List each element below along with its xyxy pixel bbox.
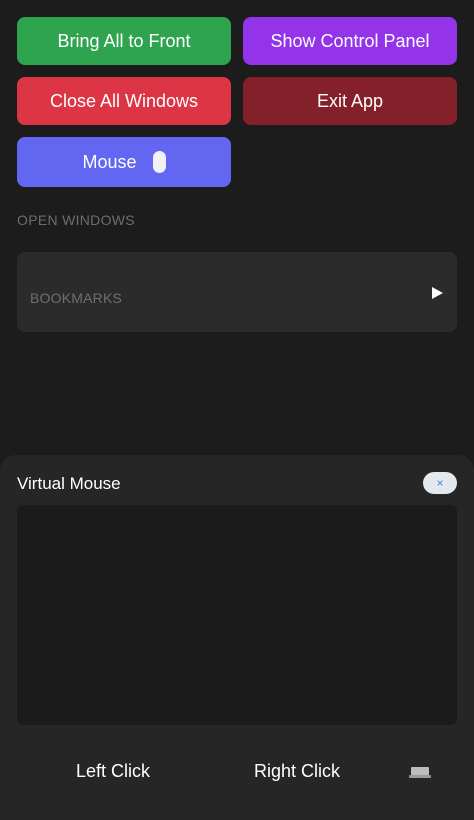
exit-app-button[interactable]: Exit App bbox=[243, 77, 457, 125]
window-item-bookmarks[interactable]: BOOKMARKS bbox=[17, 252, 457, 332]
keyboard-icon[interactable] bbox=[409, 767, 431, 778]
open-windows-heading: OPEN WINDOWS bbox=[17, 212, 135, 228]
bring-all-to-front-button[interactable]: Bring All to Front bbox=[17, 17, 231, 65]
mouse-button-label: Mouse bbox=[82, 151, 137, 172]
mouse-button[interactable]: Mouse bbox=[17, 137, 231, 187]
show-control-panel-button[interactable]: Show Control Panel bbox=[243, 17, 457, 65]
close-all-windows-button[interactable]: Close All Windows bbox=[17, 77, 231, 125]
close-icon: × bbox=[436, 476, 444, 490]
play-icon bbox=[432, 287, 443, 299]
virtual-mouse-title: Virtual Mouse bbox=[17, 474, 121, 493]
left-click-button[interactable]: Left Click bbox=[76, 761, 150, 782]
virtual-mouse-panel: Virtual Mouse × Left Click Right Click bbox=[0, 455, 474, 820]
right-click-button[interactable]: Right Click bbox=[254, 761, 340, 782]
mouse-icon bbox=[152, 151, 166, 173]
window-item-label: BOOKMARKS bbox=[30, 290, 123, 306]
close-panel-button[interactable]: × bbox=[423, 472, 457, 494]
touchpad-area[interactable] bbox=[17, 505, 457, 725]
